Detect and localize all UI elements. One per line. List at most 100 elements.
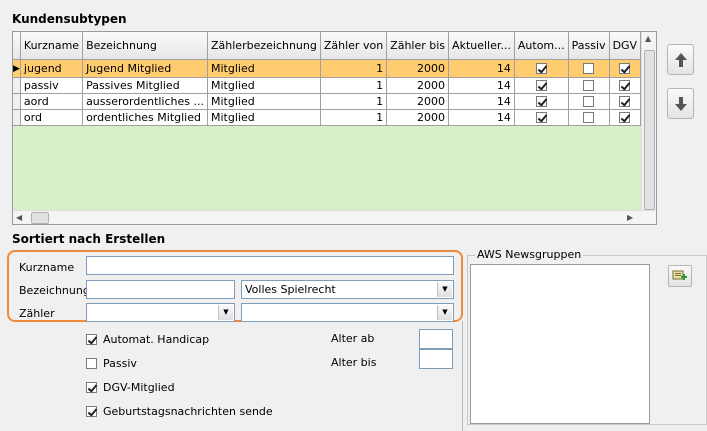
cell-von[interactable]: 1: [320, 109, 386, 125]
geburtstag-checkbox[interactable]: [86, 406, 97, 417]
subtypes-grid[interactable]: Kurzname Bezeichnung Zählerbezeichnung Z…: [12, 31, 657, 225]
row-indicator[interactable]: [13, 77, 20, 93]
cell-bezeichnung[interactable]: Jugend Mitglied: [83, 59, 208, 77]
grid-header-row: Kurzname Bezeichnung Zählerbezeichnung Z…: [13, 32, 641, 59]
table-row[interactable]: aordausserordentliches ...Mitglied120001…: [13, 93, 641, 109]
column-header-bezeichnung[interactable]: Bezeichnung: [83, 32, 208, 59]
move-down-button[interactable]: [667, 88, 694, 119]
zaehler-select[interactable]: ▼: [86, 303, 235, 322]
cell-passiv[interactable]: [568, 77, 609, 93]
dgv-mitglied-row[interactable]: DGV-Mitglied: [86, 381, 175, 394]
aws-newsgroups-list[interactable]: [470, 264, 650, 424]
add-newsgroup-button[interactable]: [668, 265, 692, 287]
horizontal-scrollbar[interactable]: ◀ ▶: [13, 210, 657, 225]
sort-title: Sortiert nach Erstellen: [12, 232, 165, 246]
column-header-autom[interactable]: Autom...: [514, 32, 568, 59]
alter-bis-input[interactable]: [419, 349, 453, 369]
current-row-icon: ▶: [13, 64, 20, 74]
row-indicator[interactable]: ▶: [13, 59, 20, 77]
table-row[interactable]: ▶jugendJugend MitgliedMitglied1200014: [13, 59, 641, 77]
automat-handicap-checkbox[interactable]: [86, 334, 97, 345]
row-indicator[interactable]: [13, 109, 20, 125]
row-indicator[interactable]: [13, 93, 20, 109]
dgv-checkbox[interactable]: [619, 63, 630, 74]
passiv-row[interactable]: Passiv: [86, 357, 137, 370]
cell-bezeichnung[interactable]: ordentliches Mitglied: [83, 109, 208, 125]
spielrecht-select[interactable]: Volles Spielrecht ▼: [241, 280, 454, 299]
dgv-checkbox[interactable]: [619, 80, 630, 91]
vertical-scroll-thumb[interactable]: [644, 50, 655, 210]
cell-zaehler[interactable]: Mitglied: [208, 93, 321, 109]
move-up-button[interactable]: [667, 44, 694, 75]
aws-newsgroups-title: AWS Newsgruppen: [475, 248, 583, 261]
horizontal-scroll-thumb[interactable]: [31, 212, 49, 224]
cell-aktuell[interactable]: 14: [449, 59, 515, 77]
bezeichnung-label: Bezeichnung: [19, 284, 90, 297]
chevron-down-icon[interactable]: ▼: [218, 305, 233, 320]
table-row[interactable]: passivPassives MitgliedMitglied1200014: [13, 77, 641, 93]
column-header-zaehlerbezeichnung[interactable]: Zählerbezeichnung: [208, 32, 321, 59]
bezeichnung-input[interactable]: [86, 280, 235, 299]
passiv-checkbox[interactable]: [86, 358, 97, 369]
cell-passiv[interactable]: [568, 59, 609, 77]
column-header-zaehler-bis[interactable]: Zähler bis: [387, 32, 449, 59]
dgv-mitglied-checkbox[interactable]: [86, 382, 97, 393]
chevron-down-icon[interactable]: ▼: [437, 305, 452, 320]
cell-bis[interactable]: 2000: [387, 59, 449, 77]
dgv-checkbox[interactable]: [619, 96, 630, 107]
cell-bezeichnung[interactable]: ausserordentliches ...: [83, 93, 208, 109]
zaehler2-select[interactable]: ▼: [241, 303, 454, 322]
scroll-right-icon[interactable]: ▶: [627, 213, 633, 222]
kurzname-input[interactable]: [86, 256, 454, 275]
cell-kurzname[interactable]: aord: [20, 93, 82, 109]
cell-passiv[interactable]: [568, 109, 609, 125]
cell-dgv[interactable]: [609, 93, 641, 109]
column-header-dgv[interactable]: DGV: [609, 32, 641, 59]
chevron-down-icon[interactable]: ▼: [437, 282, 452, 297]
cell-dgv[interactable]: [609, 77, 641, 93]
cell-bis[interactable]: 2000: [387, 77, 449, 93]
alter-ab-input[interactable]: [419, 329, 453, 349]
cell-bezeichnung[interactable]: Passives Mitglied: [83, 77, 208, 93]
cell-zaehler[interactable]: Mitglied: [208, 59, 321, 77]
autom-checkbox[interactable]: [536, 80, 547, 91]
column-header-aktueller[interactable]: Aktueller...: [449, 32, 515, 59]
cell-bis[interactable]: 2000: [387, 109, 449, 125]
cell-kurzname[interactable]: ord: [20, 109, 82, 125]
scroll-left-icon[interactable]: ◀: [16, 213, 22, 222]
cell-dgv[interactable]: [609, 59, 641, 77]
cell-aktuell[interactable]: 14: [449, 93, 515, 109]
cell-autom[interactable]: [514, 59, 568, 77]
passiv-checkbox[interactable]: [583, 96, 594, 107]
column-header-passiv[interactable]: Passiv: [568, 32, 609, 59]
cell-autom[interactable]: [514, 77, 568, 93]
table-row[interactable]: ordordentliches MitgliedMitglied1200014: [13, 109, 641, 125]
scroll-up-icon[interactable]: ▲: [645, 34, 651, 43]
autom-checkbox[interactable]: [536, 112, 547, 123]
automat-handicap-row[interactable]: Automat. Handicap: [86, 333, 209, 346]
cell-autom[interactable]: [514, 109, 568, 125]
autom-checkbox[interactable]: [536, 63, 547, 74]
cell-von[interactable]: 1: [320, 93, 386, 109]
cell-passiv[interactable]: [568, 93, 609, 109]
cell-zaehler[interactable]: Mitglied: [208, 109, 321, 125]
dgv-checkbox[interactable]: [619, 112, 630, 123]
column-header-zaehler-von[interactable]: Zähler von: [320, 32, 386, 59]
passiv-checkbox[interactable]: [583, 112, 594, 123]
cell-zaehler[interactable]: Mitglied: [208, 77, 321, 93]
cell-dgv[interactable]: [609, 109, 641, 125]
cell-bis[interactable]: 2000: [387, 93, 449, 109]
cell-von[interactable]: 1: [320, 59, 386, 77]
cell-kurzname[interactable]: passiv: [20, 77, 82, 93]
cell-kurzname[interactable]: jugend: [20, 59, 82, 77]
passiv-checkbox[interactable]: [583, 80, 594, 91]
cell-autom[interactable]: [514, 93, 568, 109]
dgv-mitglied-label: DGV-Mitglied: [103, 381, 175, 394]
geburtstag-row[interactable]: Geburtstagsnachrichten sende: [86, 405, 273, 418]
cell-von[interactable]: 1: [320, 77, 386, 93]
autom-checkbox[interactable]: [536, 96, 547, 107]
passiv-checkbox[interactable]: [583, 63, 594, 74]
cell-aktuell[interactable]: 14: [449, 109, 515, 125]
column-header-kurzname[interactable]: Kurzname: [20, 32, 82, 59]
cell-aktuell[interactable]: 14: [449, 77, 515, 93]
